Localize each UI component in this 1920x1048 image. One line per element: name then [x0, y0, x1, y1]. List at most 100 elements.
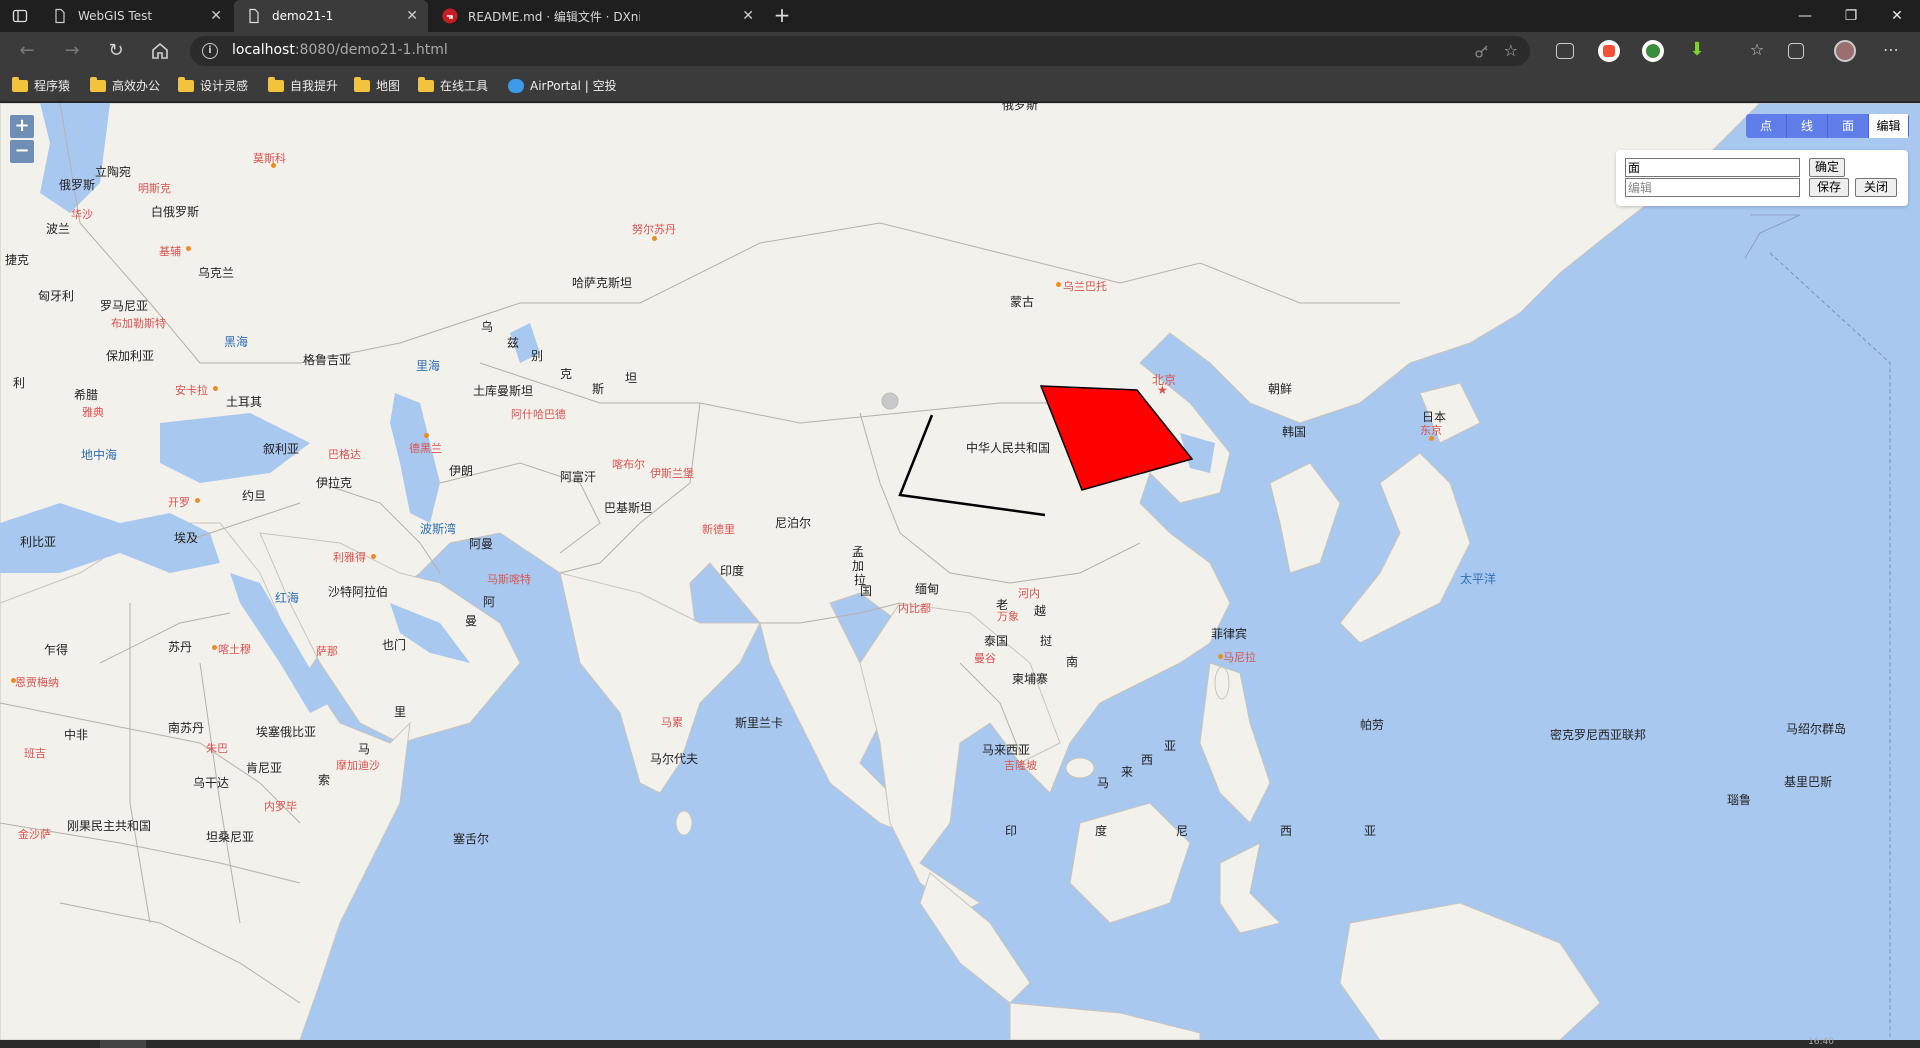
bookmarks-bar: 程序猿 高效办公 设计灵感 自我提升 地图 在线工具 AirPortal | 空…	[0, 70, 1920, 102]
label-egypt: 埃及	[174, 531, 199, 545]
label-kiribati: 基里巴斯	[1784, 775, 1833, 789]
swift-extension-icon[interactable]	[1598, 40, 1620, 62]
label-sudan: 苏丹	[168, 640, 193, 654]
close-tab-icon[interactable]: ✕	[210, 8, 222, 24]
favorites-icon[interactable]: ☆	[1746, 40, 1768, 62]
close-tab-icon[interactable]: ✕	[742, 8, 754, 24]
label-manila: 马尼拉	[1223, 651, 1256, 664]
edit-input[interactable]	[1625, 178, 1800, 197]
sidebar-toggle-icon[interactable]	[12, 8, 28, 24]
extension-icon[interactable]	[1556, 43, 1574, 59]
zoom-out-button[interactable]: −	[10, 140, 34, 163]
confirm-button[interactable]: 确定	[1809, 158, 1845, 177]
label-sri-lanka: 斯里兰卡	[735, 716, 784, 730]
label-uganda: 乌干达	[193, 776, 230, 790]
collections-icon[interactable]	[1788, 43, 1804, 59]
label-ankara: 安卡拉	[175, 384, 208, 397]
label-romania: 罗马尼亚	[100, 299, 149, 313]
label-kazakhstan: 哈萨克斯坦	[572, 276, 633, 290]
page-icon	[55, 8, 65, 24]
bookmark-self[interactable]: 自我提升	[268, 76, 338, 94]
label-somalia-c: 索	[318, 773, 331, 787]
zoom-in-button[interactable]: +	[10, 115, 34, 138]
label-uzbek-c: 别	[531, 349, 544, 363]
new-tab-button[interactable]: +	[770, 4, 794, 28]
reload-icon[interactable]: ↻	[104, 39, 128, 63]
draw-line-button[interactable]: 线	[1787, 114, 1828, 138]
avatar[interactable]	[1834, 40, 1856, 62]
label-czech: 捷克	[5, 253, 30, 267]
label-pakistan: 巴基斯坦	[604, 501, 653, 515]
download-extension-icon[interactable]: ⬇	[1686, 40, 1708, 62]
draw-point-button[interactable]: 点	[1746, 114, 1787, 138]
tab-readme[interactable]: README.md · 编辑文件 · DXnima ✕	[430, 0, 764, 32]
maximize-button[interactable]: ❐	[1828, 0, 1874, 32]
tab-demo21-1[interactable]: demo21-1 ✕	[234, 0, 428, 32]
map-viewport[interactable]: 俄罗斯 立陶宛 莫斯科 俄罗斯 明斯克 白俄罗斯 波兰 华沙 基辅 乌克兰 捷克…	[0, 103, 1920, 1040]
label-ulaanbaatar: 乌兰巴托	[1063, 280, 1107, 293]
back-icon[interactable]: ←	[15, 39, 39, 63]
cloud-icon	[508, 78, 524, 93]
capital-dot	[212, 645, 217, 650]
label-naypyidaw: 内比都	[898, 602, 931, 615]
bookmark-label: 高效办公	[112, 79, 161, 93]
tab-title: WebGIS Test	[78, 9, 153, 23]
taskbar-item[interactable]	[100, 1040, 146, 1048]
label-saudi: 沙特阿拉伯	[328, 585, 389, 599]
taskbar-strip: 16:40	[0, 1037, 1920, 1048]
url-host: localhost	[232, 42, 295, 58]
forward-icon[interactable]: →	[60, 39, 84, 63]
label-islamabad: 伊斯兰堡	[650, 467, 694, 480]
label-indonesia-b: 度	[1095, 824, 1108, 838]
bookmark-design[interactable]: 设计灵感	[178, 76, 248, 94]
globe-extension-icon[interactable]	[1642, 40, 1664, 62]
tab-webgis-test[interactable]: WebGIS Test ✕	[40, 0, 232, 32]
feature-type-input[interactable]	[1625, 158, 1800, 177]
label-bangui: 班吉	[24, 747, 46, 760]
label-bucharest: 布加勒斯特	[111, 317, 166, 330]
label-oman: 阿曼	[469, 537, 494, 551]
label-ma-d: 亚	[1164, 739, 1177, 753]
more-menu-icon[interactable]: ⋯	[1880, 40, 1902, 62]
capital-dot	[195, 498, 200, 503]
label-somalia-b: 马	[358, 742, 371, 756]
label-indonesia-e: 亚	[1364, 824, 1377, 838]
edit-button[interactable]: 编辑	[1869, 114, 1909, 138]
home-icon[interactable]	[148, 39, 172, 63]
folder-icon	[354, 76, 370, 92]
label-ma-c: 西	[1141, 753, 1154, 767]
bookmark-airportal[interactable]: AirPortal | 空投	[508, 77, 617, 94]
url-text[interactable]: localhost:8080/demo21-1.html	[232, 42, 448, 58]
bookmark-tools[interactable]: 在线工具	[418, 76, 488, 94]
key-icon[interactable]	[1474, 43, 1490, 59]
label-chad: 乍得	[44, 643, 69, 657]
label-syria: 叙利亚	[263, 442, 300, 456]
bookmark-programmer[interactable]: 程序猿	[12, 76, 70, 94]
label-cambodia: 柬埔寨	[1012, 672, 1049, 686]
label-belarus: 白俄罗斯	[151, 205, 200, 219]
draw-polygon-button[interactable]: 面	[1828, 114, 1869, 138]
label-lithuania: 立陶宛	[95, 165, 132, 179]
close-tab-icon[interactable]: ✕	[406, 8, 418, 24]
label-indonesia-d: 西	[1280, 824, 1293, 838]
label-kinshasa: 金沙萨	[18, 828, 51, 841]
minimize-button[interactable]: —	[1782, 0, 1828, 32]
label-maldives: 马尔代夫	[650, 752, 699, 766]
bookmark-map[interactable]: 地图	[354, 76, 400, 94]
address-bar[interactable]: i localhost:8080/demo21-1.html ☆	[190, 36, 1530, 66]
label-south-sudan: 南苏丹	[168, 721, 205, 735]
label-ma-a: 马	[1097, 776, 1110, 790]
label-persian-gulf: 波斯湾	[420, 522, 457, 536]
label-kyiv: 基辅	[159, 245, 181, 258]
close-button[interactable]: 关闭	[1855, 178, 1897, 197]
label-dr-congo: 刚果民主共和国	[67, 819, 152, 833]
save-button[interactable]: 保存	[1809, 178, 1849, 197]
add-favorite-icon[interactable]: ☆	[1504, 41, 1518, 60]
label-tanzania: 坦桑尼亚	[206, 830, 255, 844]
label-bangkok: 曼谷	[974, 652, 996, 665]
close-window-button[interactable]: ✕	[1874, 0, 1920, 32]
site-info-icon[interactable]: i	[202, 43, 218, 59]
label-muscat: 马斯喀特	[487, 573, 531, 586]
label-warsaw: 华沙	[71, 208, 93, 221]
bookmark-office[interactable]: 高效办公	[90, 76, 161, 94]
